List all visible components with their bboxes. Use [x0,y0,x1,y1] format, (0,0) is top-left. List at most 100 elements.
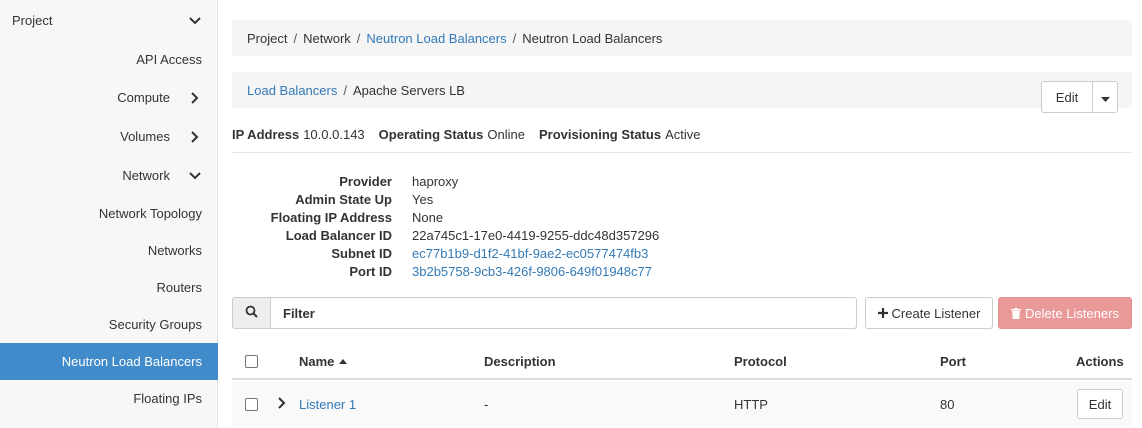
breadcrumb-item-network: Network [303,30,351,46]
caret-down-icon [1100,90,1110,105]
sidebar-item-label: Floating IPs [133,391,202,406]
sidebar-item-project[interactable]: Project [0,2,218,39]
sidebar-item-volumes[interactable]: Volumes [0,118,218,155]
actions-dropdown-toggle[interactable] [1093,81,1118,113]
column-header-label: Actions [1076,353,1124,369]
detail-key: Load Balancer ID [285,227,392,243]
sidebar-item-network[interactable]: Network [0,157,218,194]
detail-value: None [412,209,444,225]
breadcrumb-item-project: Project [247,30,288,46]
port-id-link[interactable]: 3b2b5758-9cb3-426f-9806-649f01948c77 [412,264,652,279]
sidebar-item-neutron-load-balancers[interactable]: Neutron Load Balancers [0,343,218,380]
listener-name-link[interactable]: Listener 1 [299,397,356,412]
expand-row-toggle[interactable] [278,382,286,426]
filter-input[interactable] [271,297,857,329]
sidebar: Project API Access Compute Volumes Netwo… [0,0,218,428]
chevron-right-icon [278,396,286,412]
sidebar-item-security-groups[interactable]: Security Groups [0,306,218,343]
sidebar-item-label: Security Groups [108,317,202,332]
column-header-port[interactable]: Port [940,344,966,378]
search-button[interactable] [232,297,271,329]
detail-key: Admin State Up [295,191,392,207]
breadcrumb-separator: / [356,30,361,46]
operating-status-label: Operating Status [378,127,484,142]
detail-key: Provider [339,173,392,189]
detail-value: haproxy [412,173,459,189]
listener-name-cell: Listener 1 [299,382,356,426]
ip-address-value: 10.0.0.143 [303,127,365,142]
sidebar-item-label: Network Topology [98,206,202,221]
column-header-label: Description [484,353,556,369]
detail-value: Yes [412,191,434,207]
delete-listeners-label: Delete Listeners [1025,305,1119,321]
status-summary: IP Address 10.0.0.143 Operating Status O… [232,127,714,142]
select-all-checkbox[interactable] [245,354,258,368]
chevron-down-icon [188,14,202,28]
provisioning-status-label: Provisioning Status [538,127,662,142]
sidebar-item-api-access[interactable]: API Access [0,41,218,78]
edit-button[interactable]: Edit [1041,81,1093,113]
listener-description: - [484,396,489,412]
edit-button-group: Edit [1041,81,1118,113]
delete-listeners-button[interactable]: Delete Listeners [998,297,1132,329]
table-row: Listener 1 - HTTP 80 Edit [232,382,1132,426]
row-checkbox[interactable] [245,397,258,411]
sidebar-item-label: Compute [117,90,170,105]
trash-icon [1011,307,1022,319]
breadcrumb-link-neutron-load-balancers[interactable]: Neutron Load Balancers [366,31,506,46]
breadcrumb-item-current: Neutron Load Balancers [522,30,663,46]
row-checkbox-cell [245,382,258,426]
subnet-id-link[interactable]: ec77b1b9-d1f2-41bf-9ae2-ec0577474fb3 [412,246,648,261]
sidebar-item-floating-ips[interactable]: Floating IPs [0,380,218,417]
detail-key: Port ID [349,263,392,279]
column-header-label: Name [299,353,335,369]
sidebar-item-compute[interactable]: Compute [0,79,218,116]
details-list: Provider haproxy Admin State Up Yes Floa… [232,172,1132,280]
column-header-actions: Actions [1076,344,1124,378]
column-header-label: Protocol [734,353,787,369]
column-header-name[interactable]: Name [299,344,348,378]
row-edit-button[interactable]: Edit [1077,389,1123,419]
detail-row-subnet-id: Subnet ID ec77b1b9-d1f2-41bf-9ae2-ec0577… [232,244,1132,262]
listener-port: 80 [940,396,955,412]
detail-row-port-id: Port ID 3b2b5758-9cb3-426f-9806-649f0194… [232,262,1132,280]
create-listener-button[interactable]: Create Listener [865,297,993,329]
sort-ascending-icon [339,358,348,364]
divider [232,152,1132,153]
detail-value: 22a745c1-17e0-4419-9255-ddc48d357296 [412,227,660,243]
sidebar-item-label: Volumes [120,129,170,144]
sidebar-item-label: API Access [136,52,202,67]
breadcrumb-separator: / [512,30,517,46]
listener-protocol: HTTP [734,396,768,412]
operating-status-value: Online [487,127,525,142]
sidebar-item-label: Network [122,168,170,183]
column-header-protocol[interactable]: Protocol [734,344,787,378]
chevron-right-icon [188,91,202,105]
sidebar-item-network-topology[interactable]: Network Topology [0,195,218,232]
sidebar-item-networks[interactable]: Networks [0,232,218,269]
sidebar-item-label: Project [12,13,53,28]
breadcrumb: Project / Network / Neutron Load Balance… [232,20,1132,56]
page-title: Load Balancers / Apache Servers LB [232,72,1132,108]
detail-row-admin-state: Admin State Up Yes [232,190,1132,208]
listener-actions-cell: Edit [1077,382,1123,426]
breadcrumb-separator: / [293,30,298,46]
detail-key: Subnet ID [331,245,392,261]
breadcrumb-separator: / [343,82,347,98]
listener-protocol-cell: HTTP [734,382,768,426]
select-all-checkbox-cell [245,344,258,378]
ip-address-label: IP Address [232,127,300,142]
plus-icon [877,308,888,318]
column-header-label: Port [940,353,966,369]
chevron-down-icon [188,169,202,183]
search-icon [245,305,258,321]
provisioning-status-value: Active [665,127,701,142]
sidebar-item-label: Routers [156,280,202,295]
listener-description-cell: - [484,382,488,426]
sidebar-item-routers[interactable]: Routers [0,269,218,306]
sidebar-item-label: Neutron Load Balancers [61,354,202,369]
load-balancers-link[interactable]: Load Balancers [247,83,337,98]
column-header-description[interactable]: Description [484,344,556,378]
sidebar-item-label: Networks [147,243,202,258]
detail-row-provider: Provider haproxy [232,172,1132,190]
